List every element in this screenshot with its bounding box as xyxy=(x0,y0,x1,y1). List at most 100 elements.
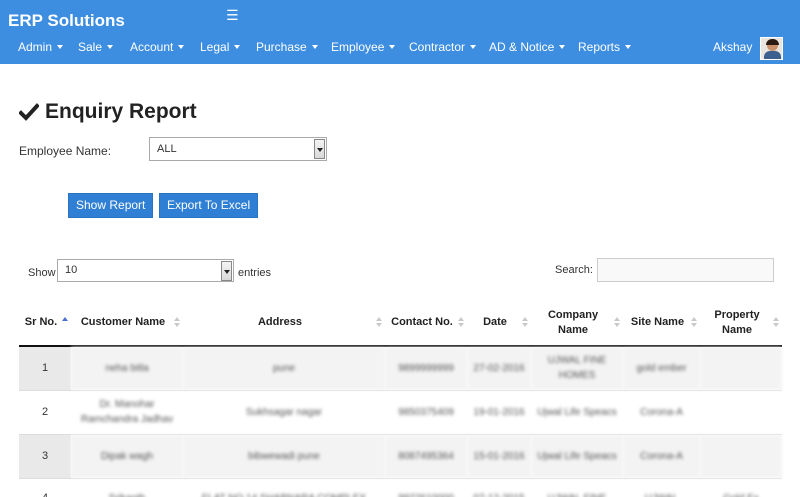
page-title-text: Enquiry Report xyxy=(45,100,197,123)
user-name[interactable]: Akshay xyxy=(713,40,752,54)
cell-sr-no: 1 xyxy=(19,346,71,391)
cell-date: 19-01-2016 xyxy=(467,390,531,435)
caret-down-icon xyxy=(107,44,114,49)
cell-site-name: UJWAL xyxy=(623,478,700,497)
column-header-label: Date xyxy=(483,316,507,328)
table-row[interactable]: 1 neha bitla pune 9899999999 27-02-2016 … xyxy=(19,346,782,391)
column-header-label: Site Name xyxy=(630,316,685,328)
menu-label: Admin xyxy=(18,40,53,54)
table-row[interactable]: 2 Dr. Manohar Ramchandra Jadhav Sukhsaga… xyxy=(19,390,782,435)
search-input[interactable] xyxy=(597,258,774,282)
cell-contact-no: 9850375409 xyxy=(385,390,467,435)
menu-label: Sale xyxy=(78,40,103,54)
caret-down-icon xyxy=(234,44,241,49)
cell-address: pune xyxy=(183,346,385,391)
entries-length-select[interactable]: 10 xyxy=(57,259,234,282)
sort-icon xyxy=(174,317,180,329)
cell-sr-no: 3 xyxy=(19,434,71,479)
cell-property-name xyxy=(700,346,782,391)
cell-customer-name: neha bitla xyxy=(71,346,183,391)
menu-admin[interactable]: Admin xyxy=(18,40,64,54)
column-header-contact-no[interactable]: Contact No. xyxy=(385,300,467,347)
dropdown-arrow-icon[interactable] xyxy=(221,261,232,281)
sort-icon xyxy=(691,317,697,329)
column-header-property-name[interactable]: Property Name xyxy=(700,300,782,347)
cell-property-name: Gold Ex xyxy=(700,478,782,497)
menu-employee[interactable]: Employee xyxy=(331,40,396,54)
cell-property-name xyxy=(700,434,782,479)
column-header-site-name[interactable]: Site Name xyxy=(623,300,700,347)
search-label: Search: xyxy=(555,264,593,276)
cell-date: 15-01-2016 xyxy=(467,434,531,479)
cell-property-name xyxy=(700,390,782,435)
cell-date: 27-02-2016 xyxy=(467,346,531,391)
table-row[interactable]: 4 Srikanth FLAT NO 14 SHABNARA COMPLEX 9… xyxy=(19,478,782,497)
cell-company-name: UJWAL FINE xyxy=(531,478,623,497)
cell-contact-no: 9899999999 xyxy=(385,346,467,391)
dropdown-arrow-icon[interactable] xyxy=(314,139,325,159)
cell-company-name: Ujwal Life Speacs xyxy=(531,390,623,435)
column-header-label: Property Name xyxy=(714,308,760,336)
menu-account[interactable]: Account xyxy=(130,40,185,54)
menu-label: Reports xyxy=(578,40,621,54)
sort-icon xyxy=(773,317,779,329)
cell-sr-no: 4 xyxy=(19,478,71,497)
page-title: Enquiry Report xyxy=(19,100,197,124)
cell-company-name: Ujwal Life Speacs xyxy=(531,434,623,479)
user-avatar[interactable] xyxy=(760,37,783,60)
menu-purchase[interactable]: Purchase xyxy=(256,40,318,54)
menu-sale[interactable]: Sale xyxy=(78,40,114,54)
menu-ad-notice[interactable]: AD & Notice xyxy=(489,40,566,54)
entries-label: entries xyxy=(238,267,272,279)
sort-icon xyxy=(376,317,382,329)
cell-date: 07-12-2015 xyxy=(467,478,531,497)
cell-customer-name: Srikanth xyxy=(71,478,183,497)
column-header-company-name[interactable]: Company Name xyxy=(531,300,623,347)
column-header-label: Customer Name xyxy=(80,316,166,328)
employee-select-value: ALL xyxy=(157,143,177,155)
show-label: Show xyxy=(28,267,56,279)
avatar-hair xyxy=(766,39,779,45)
cell-company-name: UJWAL FINE HOMES xyxy=(531,346,623,391)
employee-select[interactable]: ALL xyxy=(149,137,327,161)
column-header-sr-no[interactable]: Sr No. xyxy=(19,300,71,347)
caret-down-icon xyxy=(57,44,64,49)
column-header-label: Sr No. xyxy=(24,316,58,328)
export-excel-button[interactable]: Export To Excel xyxy=(159,193,259,218)
cell-address: Sukhsagar nagar xyxy=(183,390,385,435)
column-header-label: Address xyxy=(257,316,303,328)
sort-icon xyxy=(458,317,464,329)
show-report-button[interactable]: Show Report xyxy=(68,193,154,218)
brand-title[interactable]: ERP Solutions xyxy=(8,11,125,31)
cell-contact-no: 8087495364 xyxy=(385,434,467,479)
menu-label: Employee xyxy=(331,40,385,54)
table-row[interactable]: 3 Dipak wagh bibwewadi pune 8087495364 1… xyxy=(19,434,782,479)
menu-label: Contractor xyxy=(409,40,466,54)
column-header-label: Contact No. xyxy=(391,316,453,328)
cell-customer-name: Dr. Manohar Ramchandra Jadhav xyxy=(71,390,183,435)
top-navbar: ERP Solutions ☰ Admin Sale Account Legal… xyxy=(0,0,800,64)
column-header-customer-name[interactable]: Customer Name xyxy=(71,300,183,347)
cell-site-name: Corona-A xyxy=(623,434,700,479)
column-header-date[interactable]: Date xyxy=(467,300,531,347)
menu-legal[interactable]: Legal xyxy=(200,40,241,54)
menu-reports[interactable]: Reports xyxy=(578,40,632,54)
cell-site-name: gold ember xyxy=(623,346,700,391)
menu-contractor[interactable]: Contractor xyxy=(409,40,477,54)
column-header-label: Company Name xyxy=(547,308,599,336)
menu-label: AD & Notice xyxy=(489,40,555,54)
caret-down-icon xyxy=(389,44,396,49)
enquiry-table: Sr No. Customer Name Address Contact No.… xyxy=(19,300,782,497)
checkmark-icon xyxy=(19,103,39,121)
caret-down-icon xyxy=(625,44,632,49)
hamburger-icon[interactable]: ☰ xyxy=(226,8,239,22)
caret-down-icon xyxy=(178,44,185,49)
menu-label: Account xyxy=(130,40,174,54)
column-header-address[interactable]: Address xyxy=(183,300,385,347)
menu-label: Purchase xyxy=(256,40,307,54)
avatar-body xyxy=(764,51,781,59)
caret-down-icon xyxy=(470,44,477,49)
sort-icon xyxy=(614,317,620,329)
cell-contact-no: 9922610000 xyxy=(385,478,467,497)
caret-down-icon xyxy=(559,44,566,49)
